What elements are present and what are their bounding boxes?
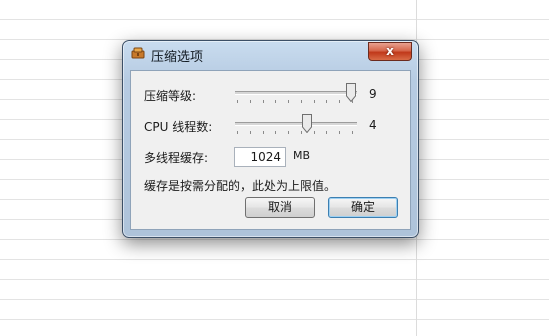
compression-options-dialog: 压缩选项 x 压缩等级: 9 CPU 线程数: 4 多线程缓存: 1024 MB [122,40,419,238]
cache-note: 缓存是按需分配的，此处为上限值。 [144,179,337,193]
slider-tick [237,131,238,134]
slider-tick [301,131,302,134]
slider-tick [237,100,238,103]
compression-level-value: 9 [369,87,377,101]
title-bar[interactable]: 压缩选项 x [123,41,418,67]
slider-tick [352,131,353,134]
compression-level-thumb[interactable] [346,83,356,102]
slider-tick [326,100,327,103]
slider-tick [288,100,289,103]
compression-level-label: 压缩等级: [144,89,197,103]
cpu-threads-label: CPU 线程数: [144,120,213,134]
slider-tick [250,131,251,134]
cpu-threads-thumb[interactable] [302,114,312,133]
slider-tick [339,131,340,134]
dialog-client-area: 压缩等级: 9 CPU 线程数: 4 多线程缓存: 1024 MB 缓存是按需分… [130,70,411,230]
slider-tick [314,131,315,134]
slider-tick [263,100,264,103]
slider-tick [263,131,264,134]
cache-label: 多线程缓存: [144,151,209,165]
cache-unit: MB [293,149,311,162]
dialog-title: 压缩选项 [151,50,204,65]
slider-tick [326,131,327,134]
cache-size-input[interactable]: 1024 [234,147,286,167]
slider-tick [352,100,353,103]
cpu-threads-value: 4 [369,118,377,132]
slider-tick [314,100,315,103]
cancel-button[interactable]: 取消 [245,197,315,218]
slider-tick [275,100,276,103]
slider-tick [250,100,251,103]
slider-tick [288,131,289,134]
slider-track [235,91,357,95]
slider-track [235,122,357,126]
app-icon [131,47,145,59]
close-button[interactable]: x [368,42,412,61]
ok-button[interactable]: 确定 [328,197,398,218]
slider-tick [339,100,340,103]
slider-tick [275,131,276,134]
slider-tick [301,100,302,103]
